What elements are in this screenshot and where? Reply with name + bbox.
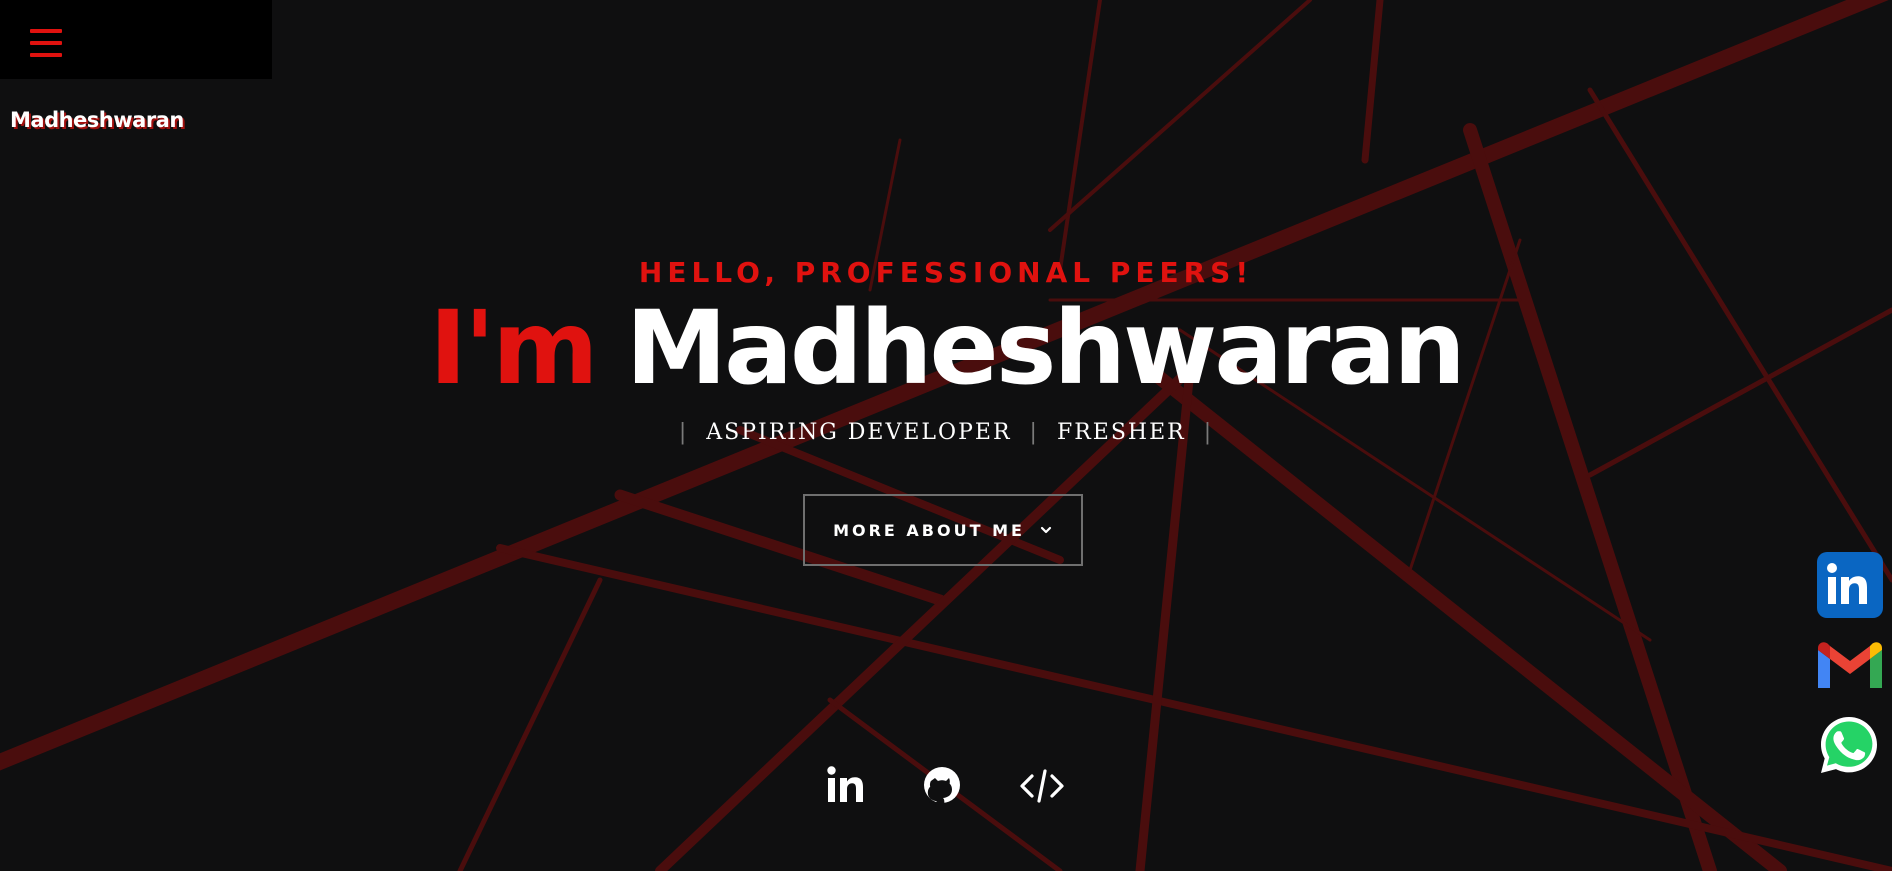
hero-im: I'm (429, 289, 598, 408)
hero-section: HELLO, PROFESSIONAL PEERS! I'm Madheshwar… (0, 0, 1892, 871)
more-about-me-button[interactable]: MORE ABOUT ME (803, 494, 1083, 566)
role-aspiring-developer: ASPIRING DEVELOPER (706, 420, 1012, 445)
role-separator: | (678, 420, 689, 445)
hero-headline: I'm Madheshwaran (0, 288, 1892, 410)
more-about-me-label: MORE ABOUT ME (833, 520, 1025, 540)
role-fresher: FRESHER (1056, 420, 1186, 445)
hero-name: Madheshwaran (625, 289, 1466, 408)
github-icon[interactable] (922, 763, 962, 809)
role-separator: | (1029, 420, 1039, 445)
hero-roles: | ASPIRING DEVELOPER | FRESHER | (0, 420, 1892, 445)
hero-greeting: HELLO, PROFESSIONAL PEERS! (638, 256, 1254, 289)
code-icon[interactable] (1019, 763, 1065, 809)
chevron-down-icon (1040, 526, 1052, 534)
role-separator: | (1203, 420, 1214, 445)
linkedin-icon[interactable] (825, 763, 865, 809)
